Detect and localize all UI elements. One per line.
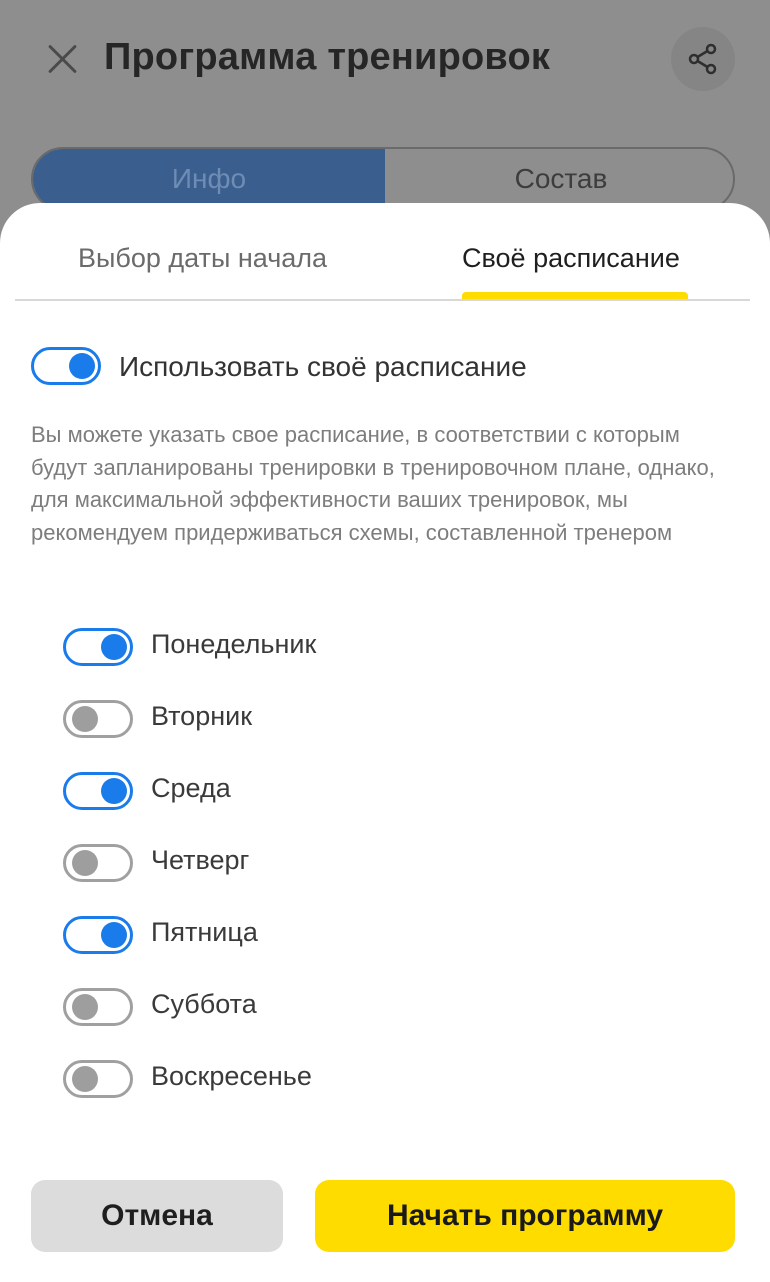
- day-row-friday: Пятница: [63, 916, 663, 956]
- day-row-saturday: Суббота: [63, 988, 663, 1028]
- share-icon: [688, 43, 717, 75]
- day-label-friday: Пятница: [151, 917, 258, 947]
- day-toggle-sunday[interactable]: [63, 1060, 133, 1098]
- use-custom-schedule-label: Использовать своё расписание: [119, 351, 527, 382]
- toggle-knob: [72, 706, 98, 732]
- schedule-description: Вы можете указать свое расписание, в соо…: [31, 422, 715, 545]
- close-icon[interactable]: [44, 40, 82, 78]
- day-label-monday: Понедельник: [151, 629, 317, 659]
- share-button[interactable]: [671, 27, 735, 91]
- day-row-thursday: Четверг: [63, 844, 663, 884]
- segment-composition[interactable]: Состав: [385, 149, 733, 209]
- day-row-monday: Понедельник: [63, 628, 663, 668]
- day-toggle-friday[interactable]: [63, 916, 133, 954]
- toggle-knob: [72, 994, 98, 1020]
- segment-composition-label: Состав: [514, 163, 608, 194]
- day-row-tuesday: Вторник: [63, 700, 663, 740]
- day-toggle-wednesday[interactable]: [63, 772, 133, 810]
- day-toggle-tuesday[interactable]: [63, 700, 133, 738]
- day-label-thursday: Четверг: [151, 845, 250, 875]
- segment-control: Инфо Состав: [31, 147, 735, 211]
- toggle-knob: [72, 850, 98, 876]
- day-label-saturday: Суббота: [151, 989, 257, 1019]
- toggle-knob: [101, 778, 127, 804]
- segment-info[interactable]: Инфо: [33, 149, 385, 209]
- day-label-sunday: Воскресенье: [151, 1061, 312, 1091]
- day-label-tuesday: Вторник: [151, 701, 253, 731]
- tab-start-date[interactable]: Выбор даты начала: [78, 243, 327, 274]
- day-toggle-monday[interactable]: [63, 628, 133, 666]
- start-program-button[interactable]: Начать программу: [315, 1180, 735, 1252]
- day-row-sunday: Воскресенье: [63, 1060, 663, 1100]
- day-label-wednesday: Среда: [151, 773, 231, 803]
- toggle-knob: [101, 922, 127, 948]
- day-toggle-thursday[interactable]: [63, 844, 133, 882]
- segment-info-label: Инфо: [171, 163, 247, 194]
- use-custom-schedule-toggle[interactable]: [31, 347, 101, 385]
- tab-custom-schedule[interactable]: Своё расписание: [462, 243, 680, 274]
- tab-active-indicator: [462, 292, 688, 299]
- toggle-knob: [69, 353, 95, 379]
- cancel-button[interactable]: Отмена: [31, 1180, 283, 1252]
- page-title: Программа тренировок: [104, 36, 551, 78]
- day-toggle-saturday[interactable]: [63, 988, 133, 1026]
- page-header: Программа тренировок: [0, 0, 770, 120]
- tab-bar: Выбор даты начала Своё расписание: [15, 203, 750, 301]
- bottom-sheet: Выбор даты начала Своё расписание Исполь…: [0, 203, 770, 1282]
- toggle-knob: [72, 1066, 98, 1092]
- toggle-knob: [101, 634, 127, 660]
- day-row-wednesday: Среда: [63, 772, 663, 812]
